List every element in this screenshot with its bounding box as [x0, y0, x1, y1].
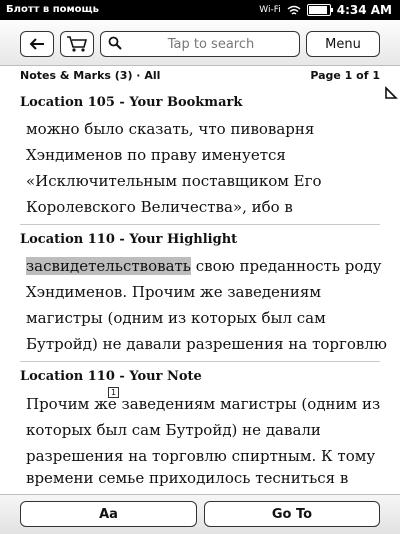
- status-indicators: Wi-Fi 4:34 AM: [259, 3, 392, 17]
- entry-text-line: Хэндименов по праву именуется: [26, 146, 286, 164]
- page-indicator: Page 1 of 1: [310, 69, 380, 82]
- entry-text-line: «Исключительным поставщиком Его: [26, 172, 322, 190]
- toolbar: Tap to search Menu: [0, 20, 400, 66]
- bottom-toolbar: Aa Go To: [0, 494, 400, 534]
- entry-text-line: которых был сам Бутройд) не давали: [26, 421, 321, 439]
- entry-text-line: Королевского Величества», ибо в: [26, 198, 293, 216]
- entry-text-line: магистры (одним из которых был сам: [26, 309, 326, 327]
- search-placeholder: Tap to search: [167, 37, 255, 52]
- menu-button[interactable]: Menu: [306, 31, 380, 57]
- magnifier-icon: [108, 36, 122, 50]
- entry-title: Location 110 - Your Note: [20, 369, 202, 384]
- font-settings-button[interactable]: Aa: [20, 501, 197, 527]
- corner-triangle-icon: [385, 86, 398, 99]
- go-to-button[interactable]: Go To: [204, 501, 380, 527]
- entry-text-line: засвидетельствовать свою преданность род…: [26, 257, 381, 275]
- bookmark-entry[interactable]: Location 105 - Your Bookmark можно было …: [20, 95, 382, 220]
- wifi-icon: [287, 5, 301, 15]
- entry-title: Location 105 - Your Bookmark: [20, 95, 243, 110]
- entry-text-line: Прочим же заведениям магистры (одним из: [26, 395, 381, 413]
- entry-text-line: разрешения на торговлю спиртным. К тому: [26, 447, 376, 465]
- entry-text-line: можно было сказать, что пивоварня: [26, 120, 315, 138]
- highlight-entry[interactable]: Location 110 - Your Highlight засвидетел…: [20, 232, 387, 357]
- search-input[interactable]: Tap to search: [100, 31, 300, 57]
- entry-title: Location 110 - Your Highlight: [20, 232, 238, 247]
- note-entry[interactable]: Location 110 - Your Note 1 Прочим же зав…: [20, 369, 382, 494]
- back-arrow-icon: [29, 38, 44, 50]
- highlighted-text: засвидетельствовать: [26, 257, 191, 275]
- wifi-label: Wi-Fi: [259, 5, 281, 15]
- entry-text-line: Хэндименов. Прочим же заведениям: [26, 283, 322, 301]
- cart-icon: [67, 36, 88, 52]
- entry-text-continuation: свою преданность роду: [190, 257, 382, 275]
- notes-header: Notes & Marks (3) · All Page 1 of 1: [0, 66, 400, 84]
- store-button[interactable]: [60, 31, 94, 57]
- notes-filter-label[interactable]: Notes & Marks (3) · All: [20, 69, 160, 82]
- divider: [20, 361, 380, 362]
- divider: [20, 224, 380, 225]
- entry-text-line: Бутройд) не давали разрешения на торговл…: [26, 335, 387, 353]
- back-button[interactable]: [20, 31, 54, 57]
- clock: 4:34 AM: [336, 3, 392, 17]
- battery-icon: [306, 4, 333, 16]
- entry-text-line: времени семье приходилось тесниться в: [26, 469, 349, 487]
- status-bar: Блотт в помощь Wi-Fi 4:34 AM: [0, 0, 400, 20]
- carrier-name: Блотт в помощь: [6, 4, 99, 15]
